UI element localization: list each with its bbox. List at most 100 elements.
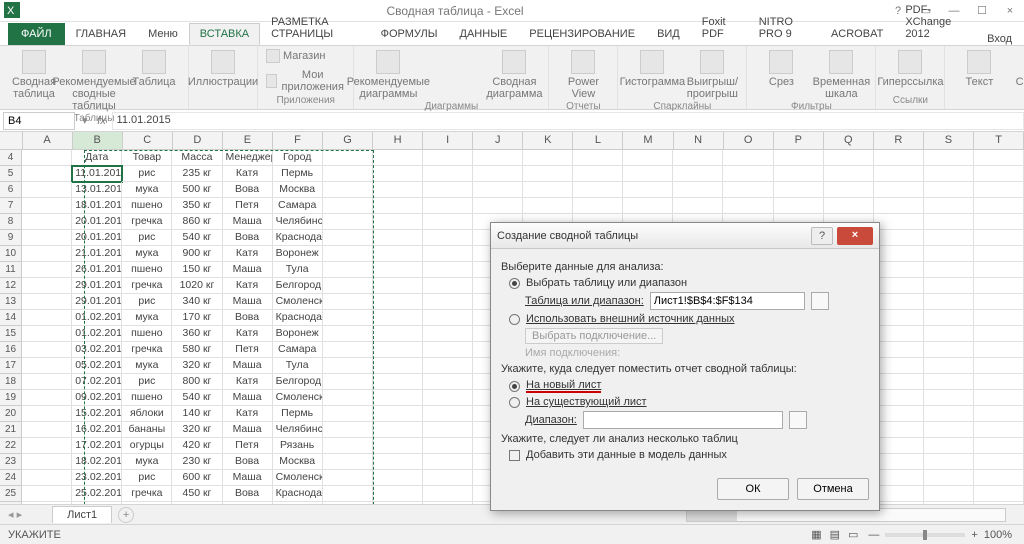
cell[interactable] [323, 310, 373, 326]
cell[interactable]: 340 кг [172, 294, 222, 310]
cell[interactable]: 360 кг [172, 326, 222, 342]
cell[interactable]: 235 кг [172, 166, 222, 182]
cell[interactable]: Петя [223, 438, 273, 454]
cell[interactable] [323, 406, 373, 422]
cell[interactable]: 170 кг [172, 310, 222, 326]
chart-icon[interactable] [442, 66, 458, 80]
cell[interactable] [974, 422, 1024, 438]
ribbon-tab[interactable]: ФОРМУЛЫ [370, 23, 449, 45]
row-header[interactable]: 16 [0, 342, 22, 358]
cell[interactable]: пшено [122, 390, 172, 406]
cell[interactable] [924, 310, 974, 326]
cell[interactable] [974, 294, 1024, 310]
recommended-pivot-button[interactable]: Рекомендуемые сводные таблицы [66, 48, 122, 112]
cell[interactable] [373, 294, 423, 310]
cell[interactable] [974, 278, 1024, 294]
column-header[interactable]: L [573, 132, 623, 149]
cell[interactable] [924, 422, 974, 438]
cell[interactable]: Смоленск [273, 294, 323, 310]
cell[interactable] [874, 166, 924, 182]
cell[interactable] [22, 374, 72, 390]
cell[interactable]: Рязань [273, 438, 323, 454]
column-header[interactable]: D [173, 132, 223, 149]
cell[interactable] [874, 198, 924, 214]
cell[interactable] [874, 182, 924, 198]
cell[interactable] [323, 198, 373, 214]
cell[interactable] [523, 182, 573, 198]
cell[interactable] [323, 390, 373, 406]
row-header[interactable]: 7 [0, 198, 22, 214]
radio-select-range[interactable]: Выбрать таблицу или диапазон [509, 277, 869, 289]
cell[interactable]: Маша [223, 294, 273, 310]
ribbon-tab[interactable]: PDF-XChange 2012 [894, 0, 987, 45]
cell[interactable] [974, 486, 1024, 502]
cell[interactable]: гречка [122, 342, 172, 358]
row-header[interactable]: 6 [0, 182, 22, 198]
cell[interactable] [423, 374, 473, 390]
cell[interactable] [22, 262, 72, 278]
sheet-nav[interactable]: ◂ ▸ [8, 508, 22, 521]
ribbon-tab[interactable]: РАЗМЕТКА СТРАНИЦЫ [260, 11, 370, 45]
cell[interactable] [22, 422, 72, 438]
cell[interactable] [924, 278, 974, 294]
cell[interactable]: Пермь [273, 166, 323, 182]
recommended-charts-button[interactable]: Рекомендуемые диаграммы [360, 48, 416, 100]
cell[interactable] [874, 438, 924, 454]
cell[interactable]: 900 кг [172, 246, 222, 262]
cell[interactable] [423, 438, 473, 454]
cell[interactable] [423, 422, 473, 438]
cell[interactable] [373, 326, 423, 342]
cell[interactable]: гречка [122, 214, 172, 230]
cell[interactable] [874, 230, 924, 246]
row-header[interactable]: 12 [0, 278, 22, 294]
cell[interactable]: 11.01.2015 [72, 166, 122, 182]
cell[interactable]: 16.02.2015 [72, 422, 122, 438]
symbols-button[interactable]: Символы [1011, 48, 1024, 88]
radio-existing-sheet[interactable]: На существующий лист [509, 396, 869, 408]
cell[interactable] [523, 198, 573, 214]
cell[interactable] [974, 150, 1024, 166]
cell[interactable] [974, 438, 1024, 454]
cell[interactable] [924, 214, 974, 230]
row-header[interactable]: 20 [0, 406, 22, 422]
cell[interactable] [22, 454, 72, 470]
cell[interactable] [723, 150, 773, 166]
cell[interactable]: Краснодар [273, 486, 323, 502]
cell[interactable]: огурцы [122, 438, 172, 454]
cell[interactable] [423, 230, 473, 246]
cell[interactable] [22, 438, 72, 454]
row-header[interactable]: 18 [0, 374, 22, 390]
cell[interactable] [373, 262, 423, 278]
ribbon-tab[interactable]: ФАЙЛ [8, 23, 65, 45]
cell[interactable]: 17.02.2015 [72, 438, 122, 454]
cell[interactable]: Белгород [273, 374, 323, 390]
cell[interactable]: 20.01.2015 [72, 214, 122, 230]
cell[interactable]: мука [122, 358, 172, 374]
cell[interactable] [323, 342, 373, 358]
cell[interactable] [824, 182, 874, 198]
view-normal-icon[interactable]: ▦ [807, 528, 825, 541]
cell[interactable]: Воронеж [273, 326, 323, 342]
cell[interactable]: 500 кг [172, 182, 222, 198]
cell[interactable] [924, 326, 974, 342]
cell[interactable] [323, 470, 373, 486]
cell[interactable] [673, 182, 723, 198]
chart-icon[interactable] [422, 66, 438, 80]
cell[interactable] [423, 198, 473, 214]
cell[interactable]: Петя [223, 342, 273, 358]
cell[interactable] [423, 326, 473, 342]
cell[interactable]: Вова [223, 310, 273, 326]
cell[interactable]: 350 кг [172, 198, 222, 214]
cell[interactable]: яблоки [122, 406, 172, 422]
cell[interactable]: Маша [223, 358, 273, 374]
cell[interactable] [423, 470, 473, 486]
cell[interactable]: мука [122, 454, 172, 470]
cell[interactable] [924, 198, 974, 214]
cell[interactable] [824, 150, 874, 166]
column-header[interactable]: N [674, 132, 724, 149]
cell[interactable]: мука [122, 182, 172, 198]
cell[interactable]: 05.02.2015 [72, 358, 122, 374]
cell[interactable]: 540 кг [172, 390, 222, 406]
cell[interactable]: Тула [273, 358, 323, 374]
cell[interactable]: 25.02.2015 [72, 486, 122, 502]
